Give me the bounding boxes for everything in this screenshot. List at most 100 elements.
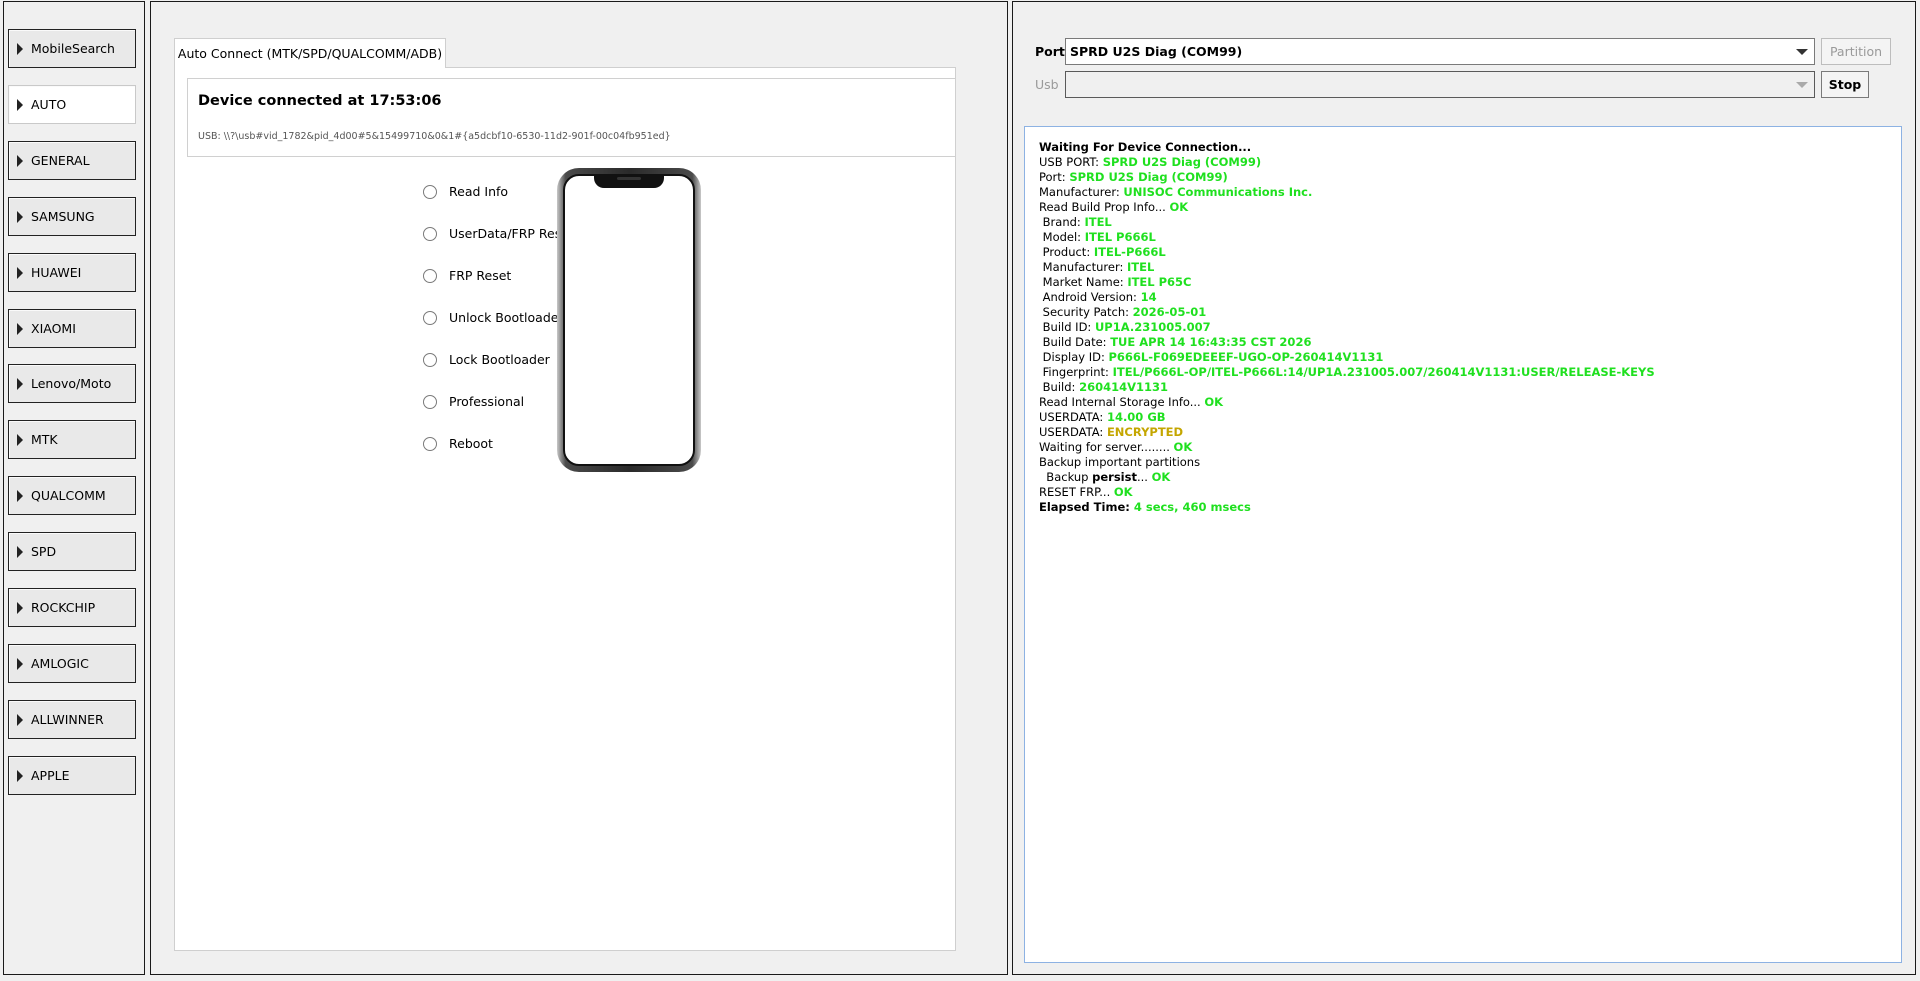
triangle-right-icon <box>17 377 23 390</box>
sidebar-item-general[interactable]: GENERAL <box>8 141 136 180</box>
option-label: Reboot <box>449 436 493 451</box>
sidebar-item-rockchip[interactable]: ROCKCHIP <box>8 588 136 627</box>
log-line: Build ID: UP1A.231005.007 <box>1039 320 1901 335</box>
log-value: 2026-05-01 <box>1132 305 1207 319</box>
triangle-right-icon <box>17 42 23 55</box>
log-value: ITEL P65C <box>1127 275 1192 289</box>
partition-button[interactable]: Partition <box>1821 38 1891 65</box>
tab-auto-connect[interactable]: Auto Connect (MTK/SPD/QUALCOMM/ADB) <box>174 38 446 68</box>
log-line: Elapsed Time: 4 secs, 460 msecs <box>1039 500 1901 515</box>
sidebar-item-mobilesearch[interactable]: MobileSearch <box>8 29 136 68</box>
sidebar-item-amlogic[interactable]: AMLOGIC <box>8 644 136 683</box>
option-frp-reset[interactable]: FRP Reset <box>423 268 511 283</box>
chevron-down-icon[interactable] <box>1796 49 1808 55</box>
sidebar-item-apple[interactable]: APPLE <box>8 756 136 795</box>
sidebar-item-lenovo-moto[interactable]: Lenovo/Moto <box>8 364 136 403</box>
triangle-right-icon <box>17 266 23 279</box>
log-line: Market Name: ITEL P65C <box>1039 275 1901 290</box>
log-value: ITEL-P666L <box>1093 245 1166 259</box>
sidebar-item-label: MobileSearch <box>31 41 115 56</box>
log-line: Backup important partitions <box>1039 455 1901 470</box>
sidebar-item-label: Lenovo/Moto <box>31 376 112 391</box>
sidebar-item-label: SPD <box>31 544 57 559</box>
radio-button[interactable] <box>423 394 437 409</box>
phone-screen <box>563 174 695 466</box>
triangle-right-icon <box>17 601 23 614</box>
option-label: FRP Reset <box>449 268 512 283</box>
option-unlock-bootloader[interactable]: Unlock Bootloader <box>423 310 564 325</box>
log-value: 4 secs, 460 msecs <box>1133 500 1251 514</box>
log-text: Backup <box>1039 470 1093 484</box>
option-label: Professional <box>449 394 525 409</box>
log-line: Display ID: P666L-F069EDEEEF-UGO-OP-2604… <box>1039 350 1901 365</box>
log-value: SPRD U2S Diag (COM99) <box>1102 155 1262 169</box>
usb-select[interactable] <box>1065 71 1815 98</box>
log-text: USERDATA: <box>1039 425 1107 439</box>
log-text: Elapsed Time: <box>1039 500 1134 514</box>
option-professional[interactable]: Professional <box>423 394 524 409</box>
log-line: Manufacturer: UNISOC Communications Inc. <box>1039 185 1901 200</box>
log-output[interactable]: Waiting For Device Connection... USB PORT… <box>1024 126 1902 963</box>
log-text: Model: <box>1039 230 1085 244</box>
radio-button[interactable] <box>423 268 437 283</box>
log-text: Read Internal Storage Info... <box>1039 395 1205 409</box>
log-value: OK <box>1169 200 1189 214</box>
log-value: 14.00 GB <box>1106 410 1166 424</box>
sidebar-item-huawei[interactable]: HUAWEI <box>8 253 136 292</box>
log-text: Build: <box>1039 380 1080 394</box>
option-read-info[interactable]: Read Info <box>423 184 508 199</box>
log-line: USB PORT: SPRD U2S Diag (COM99) <box>1039 155 1901 170</box>
log-text: ... <box>1136 470 1152 484</box>
radio-button[interactable] <box>423 184 437 199</box>
triangle-right-icon <box>17 322 23 335</box>
sidebar-item-label: GENERAL <box>31 153 90 168</box>
radio-button[interactable] <box>423 436 437 451</box>
option-label: Lock Bootloader <box>449 352 550 367</box>
radio-button[interactable] <box>423 310 437 325</box>
log-line: Port: SPRD U2S Diag (COM99) <box>1039 170 1901 185</box>
log-value: OK <box>1151 470 1171 484</box>
triangle-right-icon <box>17 713 23 726</box>
option-lock-bootloader[interactable]: Lock Bootloader <box>423 352 550 367</box>
sidebar-item-mtk[interactable]: MTK <box>8 420 136 459</box>
port-label: Port <box>1035 44 1065 59</box>
log-line: USERDATA: ENCRYPTED <box>1039 425 1901 440</box>
option-label: UserData/FRP Reset <box>449 226 574 241</box>
log-value: ITEL <box>1084 215 1112 229</box>
log-text: Display ID: <box>1039 350 1109 364</box>
sidebar-item-label: AMLOGIC <box>31 656 89 671</box>
log-text: Read Build Prop Info... <box>1039 200 1170 214</box>
radio-button[interactable] <box>423 352 437 367</box>
log-value: 260414V1131 <box>1079 380 1168 394</box>
sidebar-item-auto[interactable]: AUTO <box>8 85 136 124</box>
sidebar-item-label: MTK <box>31 432 58 447</box>
sidebar-item-qualcomm[interactable]: QUALCOMM <box>8 476 136 515</box>
triangle-right-icon <box>17 433 23 446</box>
log-value: OK <box>1204 395 1224 409</box>
log-text: Build Date: <box>1039 335 1111 349</box>
stop-button[interactable]: Stop <box>1821 71 1869 98</box>
log-warning: ENCRYPTED <box>1106 425 1184 439</box>
phone-notch <box>594 174 664 188</box>
sidebar-item-label: HUAWEI <box>31 265 82 280</box>
option-label: Read Info <box>449 184 509 199</box>
option-label: Unlock Bootloader <box>449 310 564 325</box>
option-userdata-frp-reset[interactable]: UserData/FRP Reset <box>423 226 574 241</box>
chevron-down-icon[interactable] <box>1796 82 1808 88</box>
sidebar-item-samsung[interactable]: SAMSUNG <box>8 197 136 236</box>
option-reboot[interactable]: Reboot <box>423 436 493 451</box>
log-line: Backup persist... OK <box>1039 470 1901 485</box>
log-text: Waiting for server........ <box>1039 440 1174 454</box>
sidebar-item-allwinner[interactable]: ALLWINNER <box>8 700 136 739</box>
sidebar-item-xiaomi[interactable]: XIAOMI <box>8 309 136 348</box>
log-text: persist <box>1092 470 1137 484</box>
radio-button[interactable] <box>423 226 437 241</box>
log-text: Backup important partitions <box>1039 455 1201 469</box>
sidebar-item-spd[interactable]: SPD <box>8 532 136 571</box>
log-line: Model: ITEL P666L <box>1039 230 1901 245</box>
sidebar-item-label: SAMSUNG <box>31 209 95 224</box>
port-select[interactable]: SPRD U2S Diag (COM99) <box>1065 38 1815 65</box>
log-value: 14 <box>1140 290 1157 304</box>
triangle-right-icon <box>17 769 23 782</box>
log-value: OK <box>1173 440 1193 454</box>
